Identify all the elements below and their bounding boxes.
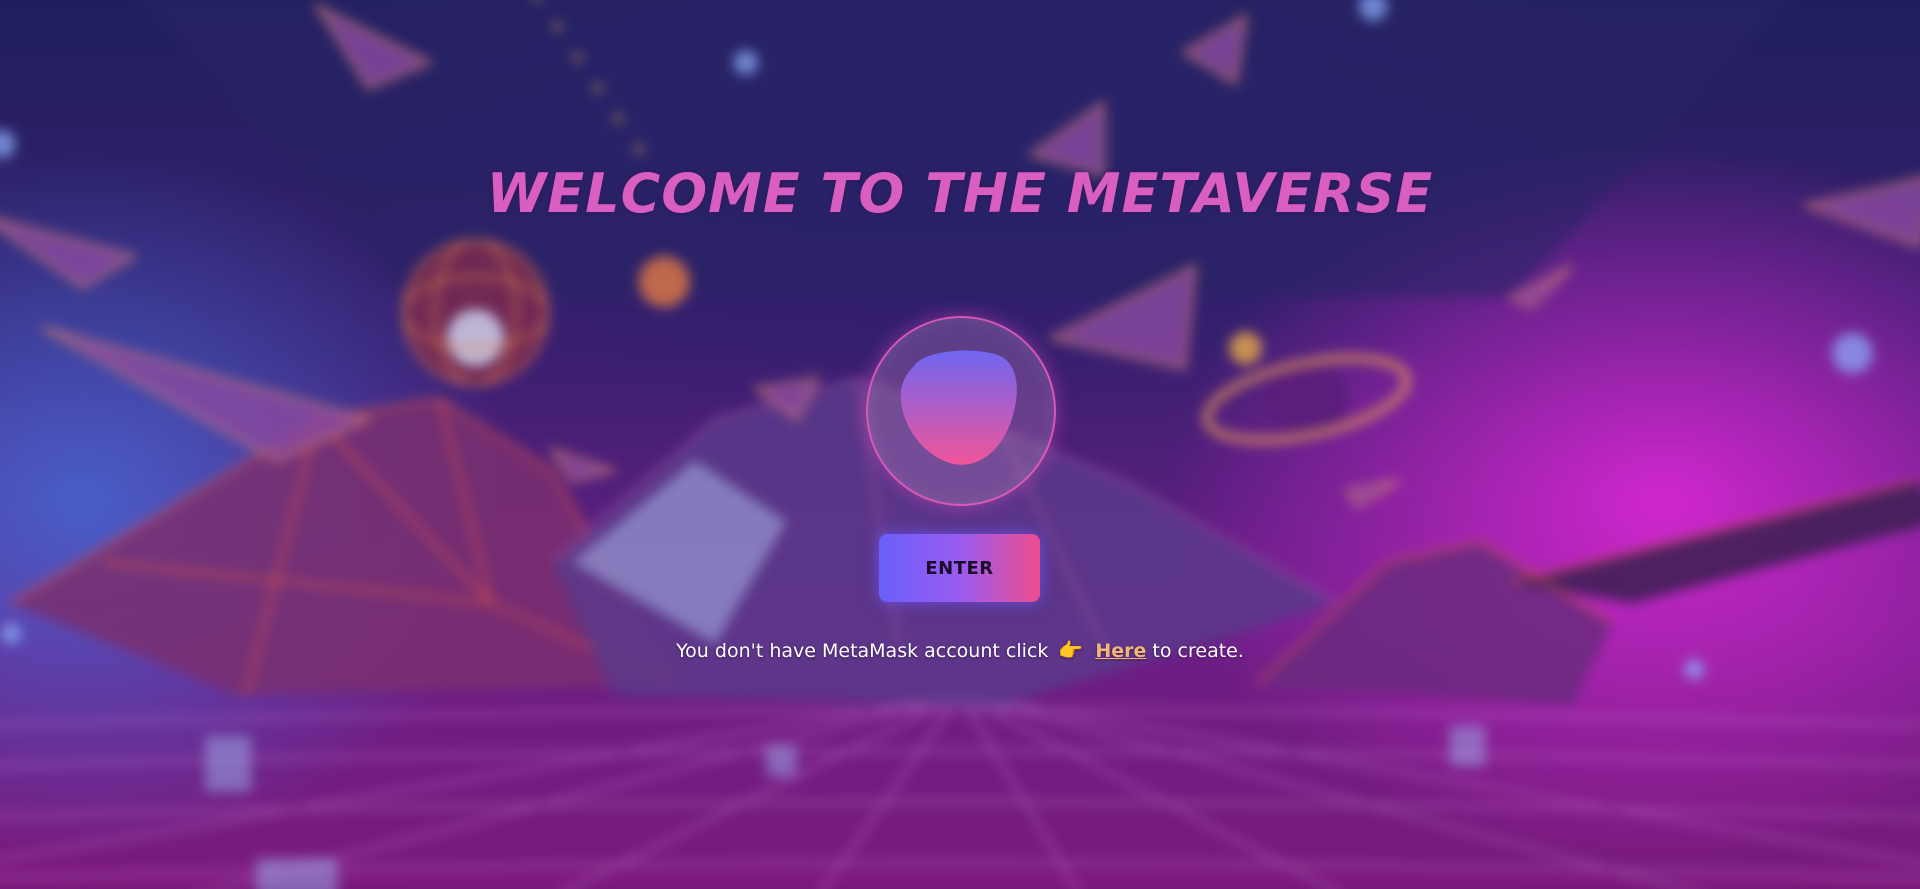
logo-badge: [866, 316, 1056, 506]
metaverse-landing: WELCOME TO THE METAVERSE ENTER You don't…: [0, 0, 1920, 889]
pointing-hand-icon: 👉: [1058, 638, 1084, 662]
enter-button[interactable]: ENTER: [879, 534, 1040, 602]
page-title: WELCOME TO THE METAVERSE: [486, 162, 1434, 225]
create-account-hint: You don't have MetaMask account click 👉 …: [0, 638, 1920, 662]
hint-prefix-text: You don't have MetaMask account click: [676, 640, 1049, 662]
create-account-link[interactable]: Here: [1095, 640, 1146, 662]
metamask-blob-icon: [900, 350, 1017, 465]
hint-suffix-text: to create.: [1152, 640, 1244, 662]
